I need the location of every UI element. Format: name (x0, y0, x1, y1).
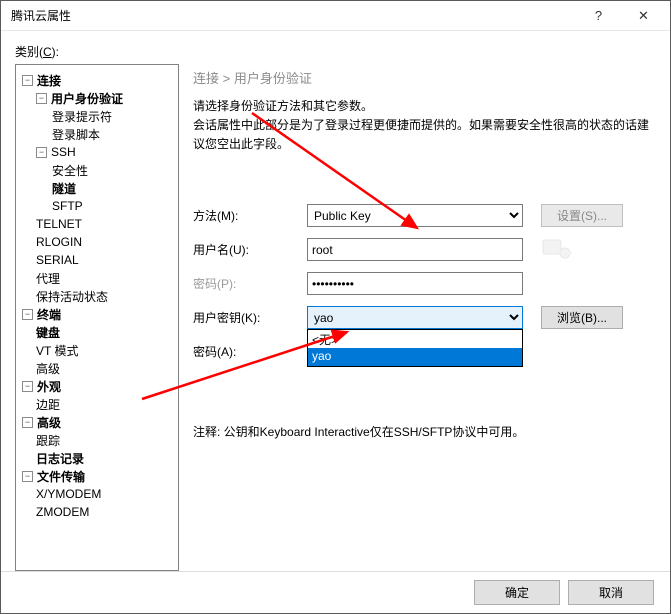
collapse-icon[interactable]: − (22, 471, 33, 482)
username-input[interactable] (307, 238, 523, 261)
userkey-select[interactable]: yao (307, 306, 523, 329)
tree-item-trace[interactable]: 跟踪 (20, 431, 174, 449)
tree-item-advanced-terminal[interactable]: 高级 (20, 359, 174, 377)
tree-item-sftp[interactable]: SFTP (20, 197, 174, 215)
collapse-icon[interactable]: − (22, 417, 33, 428)
tree-item-proxy[interactable]: 代理 (20, 269, 174, 287)
breadcrumb: 连接 > 用户身份验证 (193, 68, 650, 87)
tree-item-advanced[interactable]: −高级 (20, 413, 174, 431)
tree-item-vtmode[interactable]: VT 模式 (20, 341, 174, 359)
tree-item-logging[interactable]: 日志记录 (20, 449, 174, 467)
help-button[interactable]: ? (576, 2, 621, 30)
collapse-icon[interactable]: − (22, 309, 33, 320)
category-label: 类别(C): (15, 43, 656, 60)
note-text: 注释: 公钥和Keyboard Interactive仅在SSH/SFTP协议中… (193, 423, 650, 440)
tree-item-xymodem[interactable]: X/YMODEM (20, 485, 174, 503)
method-select[interactable]: Public Key (307, 204, 523, 227)
tree-item-serial[interactable]: SERIAL (20, 251, 174, 269)
username-label: 用户名(U): (193, 241, 307, 258)
tree-item-connection[interactable]: −连接 (20, 71, 174, 89)
cancel-button[interactable]: 取消 (568, 580, 654, 605)
tree-item-zmodem[interactable]: ZMODEM (20, 503, 174, 521)
tree-item-filetransfer[interactable]: −文件传输 (20, 467, 174, 485)
collapse-icon[interactable]: − (36, 93, 47, 104)
tree-item-telnet[interactable]: TELNET (20, 215, 174, 233)
method-label: 方法(M): (193, 207, 307, 224)
tree-item-margin[interactable]: 边距 (20, 395, 174, 413)
settings-button[interactable]: 设置(S)... (541, 204, 623, 227)
dropdown-option-none[interactable]: <无> (308, 330, 522, 348)
description-2: 会话属性中此部分是为了登录过程更便捷而提供的。如果需要安全性很高的状态的话建议您… (193, 116, 650, 154)
tree-item-login-script[interactable]: 登录脚本 (20, 125, 174, 143)
window-title: 腾讯云属性 (11, 7, 576, 24)
close-button[interactable]: ✕ (621, 2, 666, 30)
collapse-icon[interactable]: − (36, 147, 47, 158)
description-1: 请选择身份验证方法和其它参数。 (193, 97, 650, 116)
tree-item-ssh[interactable]: −SSH (20, 143, 174, 161)
tree-item-login-prompt[interactable]: 登录提示符 (20, 107, 174, 125)
key-icon (541, 234, 573, 262)
tree-item-appearance[interactable]: −外观 (20, 377, 174, 395)
tree-item-keepalive[interactable]: 保持活动状态 (20, 287, 174, 305)
passphrase-label: 密码(A): (193, 343, 307, 360)
category-tree[interactable]: −连接 −用户身份验证 登录提示符 登录脚本 −SSH 安全性 隧道 SFTP … (15, 64, 179, 571)
form-panel: 连接 > 用户身份验证 请选择身份验证方法和其它参数。 会话属性中此部分是为了登… (187, 64, 656, 571)
collapse-icon[interactable]: − (22, 75, 33, 86)
dropdown-option-yao[interactable]: yao (308, 348, 522, 366)
tree-item-keyboard[interactable]: 键盘 (20, 323, 174, 341)
password-label: 密码(P): (193, 275, 307, 292)
dialog-footer: 确定 取消 (1, 571, 670, 613)
tree-item-security[interactable]: 安全性 (20, 161, 174, 179)
browse-button[interactable]: 浏览(B)... (541, 306, 623, 329)
collapse-icon[interactable]: − (22, 381, 33, 392)
userkey-dropdown[interactable]: <无> yao (307, 329, 523, 367)
password-input (307, 272, 523, 295)
tree-item-tunnel[interactable]: 隧道 (20, 179, 174, 197)
ok-button[interactable]: 确定 (474, 580, 560, 605)
tree-item-terminal[interactable]: −终端 (20, 305, 174, 323)
titlebar: 腾讯云属性 ? ✕ (1, 1, 670, 31)
tree-item-auth[interactable]: −用户身份验证 (20, 89, 174, 107)
userkey-label: 用户密钥(K): (193, 309, 307, 326)
tree-item-rlogin[interactable]: RLOGIN (20, 233, 174, 251)
